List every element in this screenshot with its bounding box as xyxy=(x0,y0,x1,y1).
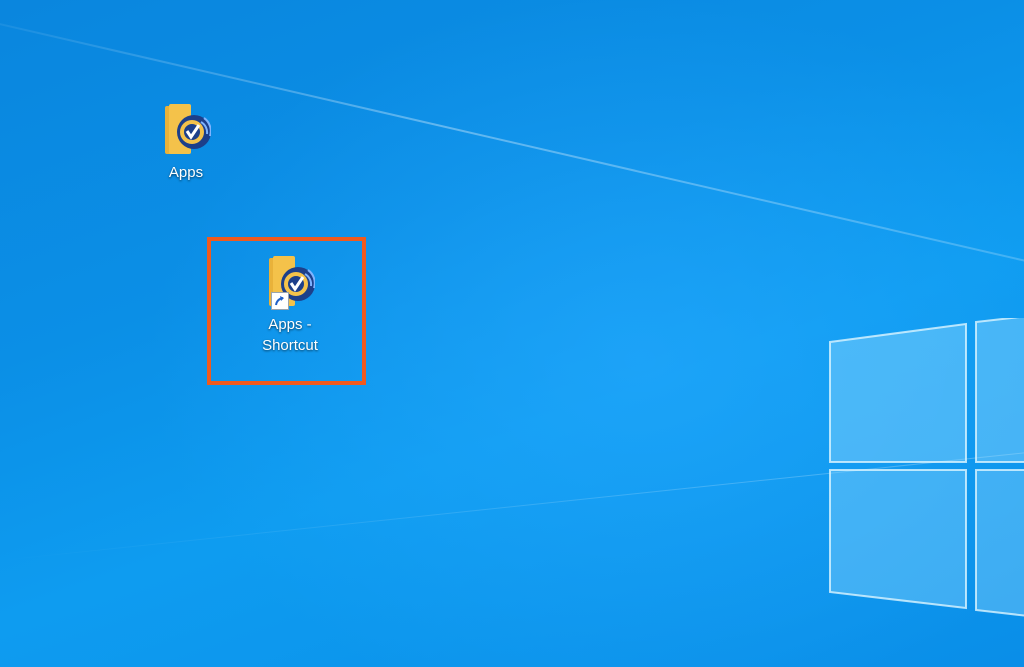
shortcut-arrow-icon xyxy=(271,292,289,310)
folder-icon xyxy=(161,100,212,160)
desktop-icon-apps[interactable]: Apps xyxy=(146,100,226,183)
folder-shortcut-icon xyxy=(265,252,316,312)
desktop-icon-apps-shortcut[interactable]: Apps - Shortcut xyxy=(250,252,330,356)
desktop-icon-label: Apps - Shortcut xyxy=(262,316,318,354)
windows-logo xyxy=(829,318,1024,617)
desktop-background: Apps Apps - Shortcut xyxy=(0,0,1024,667)
desktop-icon-label: Apps xyxy=(168,164,204,181)
